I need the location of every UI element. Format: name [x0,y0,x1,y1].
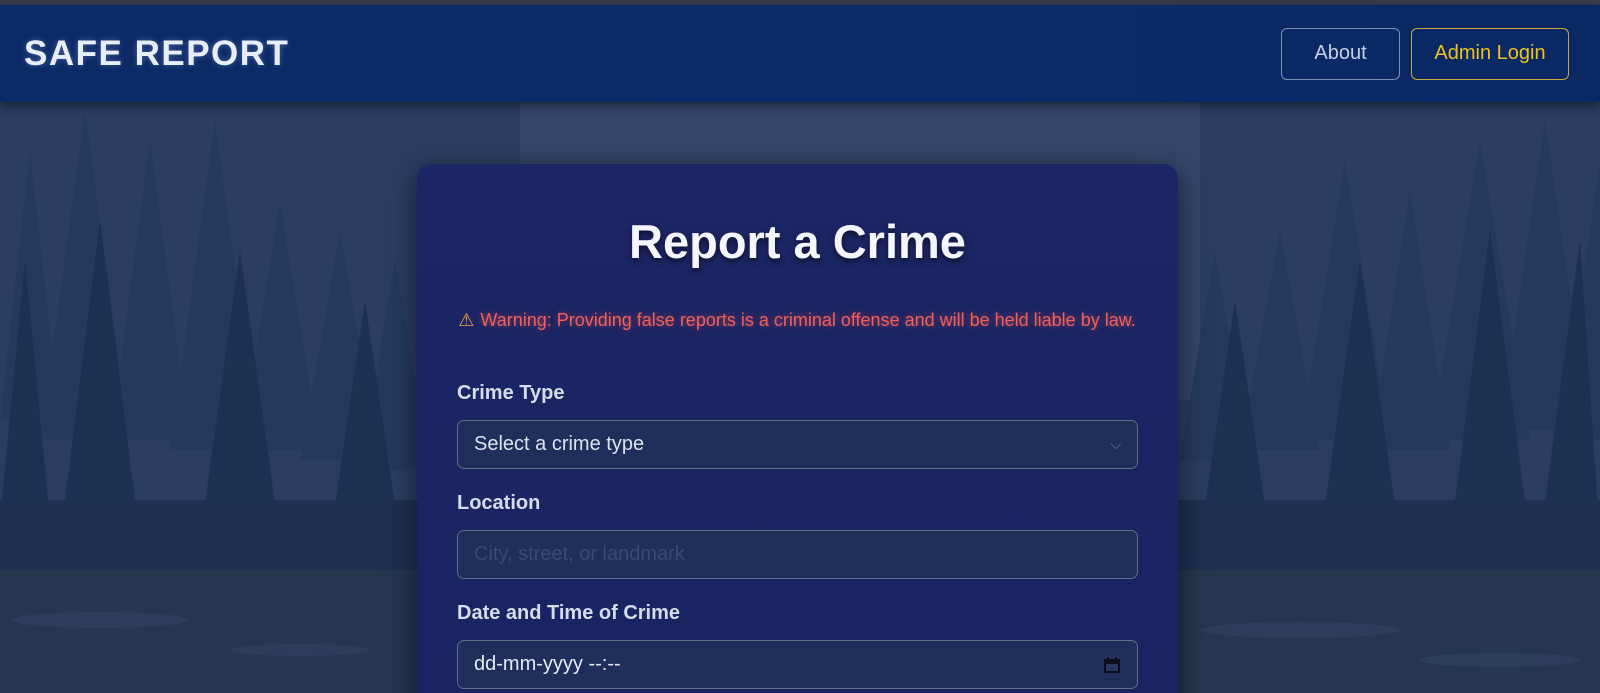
false-report-warning: ⚠ Warning: Providing false reports is a c… [457,307,1137,334]
navbar: SAFE REPORT About Admin Login [0,5,1600,102]
report-form-card: Report a Crime ⚠ Warning: Providing false… [417,164,1178,693]
warning-icon: ⚠ [458,310,475,330]
page-title: Report a Crime [629,215,966,268]
crime-type-selected-value: Select a crime type [474,433,645,455]
location-placeholder: City, street, or landmark [474,543,685,565]
about-button[interactable]: About [1281,27,1400,80]
chevron-down-icon: ⌵ [1110,436,1121,452]
crime-type-label: Crime Type [457,382,565,404]
datetime-value: dd-mm-yyyy --:-- [474,653,621,675]
datetime-input[interactable]: dd-mm-yyyy --:-- [457,640,1138,689]
location-label: Location [457,492,541,514]
location-input[interactable]: City, street, or landmark [457,530,1138,579]
warning-text: Warning: Providing false reports is a cr… [480,310,1136,330]
calendar-icon[interactable] [1103,656,1121,674]
brand-logo[interactable]: SAFE REPORT [24,34,289,74]
nav-buttons: About Admin Login [1281,27,1569,80]
crime-type-select[interactable]: Select a crime type ⌵ [457,420,1138,469]
admin-login-button[interactable]: Admin Login [1411,27,1569,80]
datetime-label: Date and Time of Crime [457,602,681,624]
